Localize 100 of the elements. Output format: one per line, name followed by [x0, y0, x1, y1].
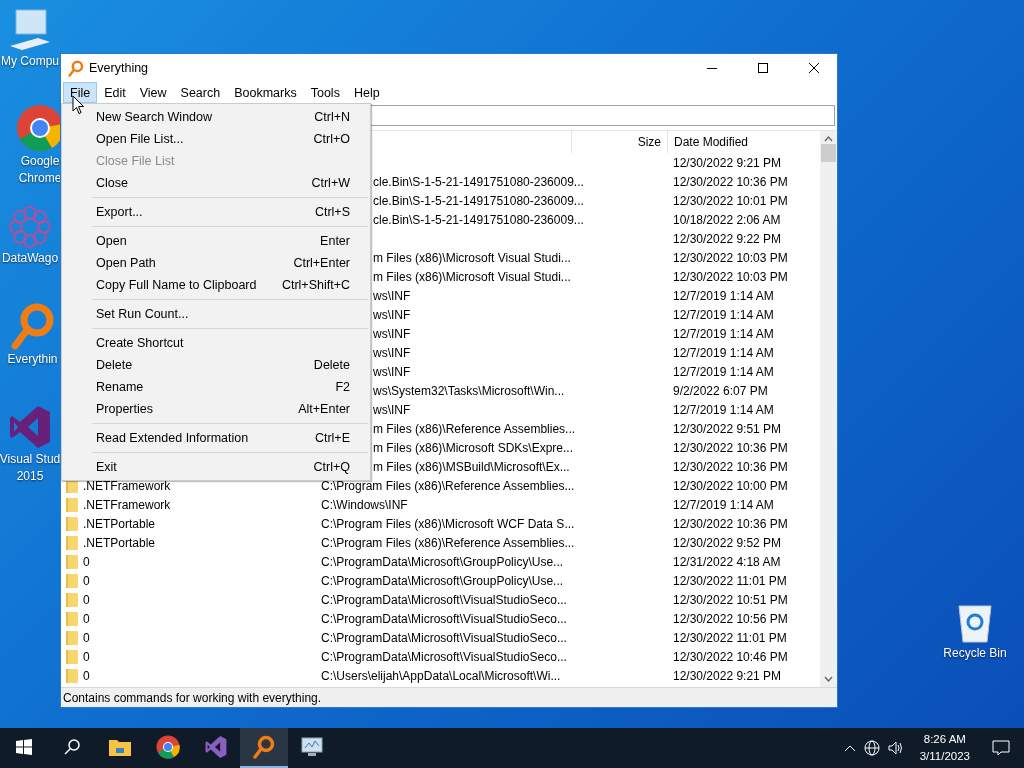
date-modified: 12/7/2019 1:14 AM — [673, 364, 774, 379]
menu-item[interactable]: New Search Window Ctrl+N — [62, 106, 370, 128]
date-modified: 12/30/2022 10:36 PM — [673, 516, 788, 531]
icon-label: Recycle Bin — [943, 646, 1007, 661]
magnifier-icon — [68, 59, 84, 77]
menu-bar-item[interactable]: Search — [173, 82, 228, 103]
folder-icon — [65, 648, 79, 665]
folder-icon — [65, 534, 79, 551]
date-modified: 12/7/2019 1:14 AM — [673, 402, 774, 417]
menu-item[interactable]: Copy Full Name to Clipboard Ctrl+Shift+C — [62, 274, 370, 296]
visual-studio-icon[interactable] — [204, 735, 228, 759]
close-icon — [809, 63, 819, 73]
menu-item[interactable]: Exit Ctrl+Q — [62, 456, 370, 478]
date-modified: 12/30/2022 11:01 PM — [673, 573, 787, 588]
scrollbar[interactable] — [820, 131, 837, 687]
menu-item[interactable]: Read Extended Information Ctrl+E — [62, 427, 370, 449]
date-modified: 12/30/2022 10:36 PM — [673, 174, 788, 189]
file-name: 0 — [83, 649, 90, 664]
file-path: ws\INF — [373, 307, 411, 322]
menu-bar-item[interactable]: Help — [346, 82, 387, 103]
date-modified: 12/30/2022 11:01 PM — [673, 630, 787, 645]
file-name: 0 — [83, 668, 90, 683]
chrome-icon[interactable] — [156, 735, 180, 759]
file-path: m Files (x86)\Microsoft SDKs\Expre... — [373, 440, 574, 455]
date-modified: 12/30/2022 10:03 PM — [673, 250, 788, 265]
file-name: .NETPortable — [83, 535, 156, 550]
icon-label: Everythin — [7, 352, 58, 367]
date-modified: 12/30/2022 9:51 PM — [673, 421, 782, 436]
icon-label: 2015 — [16, 469, 44, 484]
icon-label: Visual Stud — [0, 452, 61, 467]
date-modified: 12/31/2022 4:18 AM — [673, 554, 781, 569]
date-modified: 12/30/2022 10:56 PM — [673, 611, 788, 626]
magnifier-icon[interactable] — [253, 735, 275, 759]
scroll-up-icon[interactable] — [824, 136, 833, 142]
date-modified: 12/7/2019 1:14 AM — [673, 497, 774, 512]
date-modified: 12/7/2019 1:14 AM — [673, 326, 774, 341]
date-modified: 12/30/2022 9:22 PM — [673, 231, 782, 246]
file-path: C:\Program Files (x86)\Microsoft WCF Data S... — [321, 516, 575, 531]
file-path: m Files (x86)\Reference Assemblies... — [373, 421, 576, 436]
file-path: C:\Program Files (x86)\Reference Assemblies... — [321, 478, 575, 493]
file-name: 0 — [83, 554, 90, 569]
menu-bar-item[interactable]: Edit — [97, 82, 133, 103]
file-path: m Files (x86)\Microsoft Visual Studi... — [373, 250, 571, 265]
icon-label: My Compu — [1, 54, 59, 69]
cursor-icon — [72, 95, 85, 115]
date-modified: 12/30/2022 10:01 PM — [673, 193, 788, 208]
file-path: C:\ProgramData\Microsoft\VisualStudioSeco... — [321, 611, 567, 626]
file-name: 0 — [83, 573, 90, 588]
monitor-icon[interactable] — [300, 736, 324, 758]
speaker-icon[interactable] — [887, 741, 904, 755]
file-name: .NETFramework — [83, 478, 171, 493]
date-modified: 12/30/2022 10:03 PM — [673, 269, 788, 284]
file-name: .NETPortable — [83, 516, 156, 531]
file-path: ws\INF — [373, 402, 411, 417]
file-path: C:\ProgramData\Microsoft\VisualStudioSeco... — [321, 630, 567, 645]
menu-item[interactable]: Open Path Ctrl+Enter — [62, 252, 370, 274]
file-path: ws\INF — [373, 345, 411, 360]
file-name: 0 — [83, 630, 90, 645]
column-header[interactable]: Size — [571, 131, 667, 153]
file-path: ws\INF — [373, 326, 411, 341]
folder-icon — [65, 667, 79, 684]
menu-bar-item[interactable]: View — [132, 82, 174, 103]
menu-item[interactable]: Open Enter — [62, 230, 370, 252]
date-modified: 12/30/2022 9:21 PM — [673, 155, 782, 170]
date-modified: 12/30/2022 10:36 PM — [673, 440, 788, 455]
chevron-up-icon[interactable] — [843, 744, 856, 752]
file-path: C:\ProgramData\Microsoft\GroupPolicy\Use... — [321, 554, 564, 569]
menu-bar-item[interactable]: Tools — [303, 82, 347, 103]
file-name: 0 — [83, 592, 90, 607]
windows-icon[interactable] — [16, 739, 32, 755]
status-text: Contains commands for working with everything. — [63, 690, 322, 705]
scroll-down-icon[interactable] — [824, 676, 833, 682]
file-path: C:\ProgramData\Microsoft\GroupPolicy\Use... — [321, 573, 564, 588]
menu-item[interactable]: Rename F2 — [62, 376, 370, 398]
file-path: C:\Program Files (x86)\Reference Assemblies... — [321, 535, 575, 550]
visual-studio-icon — [8, 404, 52, 450]
menu-item[interactable]: Properties Alt+Enter — [62, 398, 370, 420]
folder-icon — [65, 515, 79, 532]
clock[interactable]: 8:26 AM 3/11/2023 — [911, 731, 978, 765]
menu-item[interactable]: Export... Ctrl+S — [62, 201, 370, 223]
folder-icon[interactable] — [108, 737, 132, 757]
magnifier-icon — [10, 302, 55, 350]
menu-item[interactable]: Close Ctrl+W — [62, 172, 370, 194]
date-modified: 12/7/2019 1:14 AM — [673, 345, 774, 360]
globe-icon[interactable] — [863, 740, 880, 756]
menu-bar-item[interactable]: Bookmarks — [227, 82, 304, 103]
file-path: C:\Users\elijah\AppData\Local\Microsoft\Wi... — [321, 668, 561, 683]
folder-icon — [65, 572, 79, 589]
date-modified: 10/18/2022 2:06 AM — [673, 212, 781, 227]
menu-item[interactable]: Set Run Count... — [62, 303, 370, 325]
scroll-thumb[interactable] — [821, 144, 836, 162]
notification-icon[interactable] — [992, 740, 1010, 756]
menu-item[interactable]: Create Shortcut — [62, 332, 370, 354]
taskbar-button[interactable] — [240, 728, 288, 768]
file-path: m Files (x86)\Microsoft Visual Studi... — [373, 269, 571, 284]
menu-item[interactable]: Open File List... Ctrl+O — [62, 128, 370, 150]
search-icon[interactable] — [63, 738, 81, 756]
icon-label: DataWago — [1, 251, 59, 266]
folder-icon — [65, 610, 79, 627]
menu-item[interactable]: Delete Delete — [62, 354, 370, 376]
